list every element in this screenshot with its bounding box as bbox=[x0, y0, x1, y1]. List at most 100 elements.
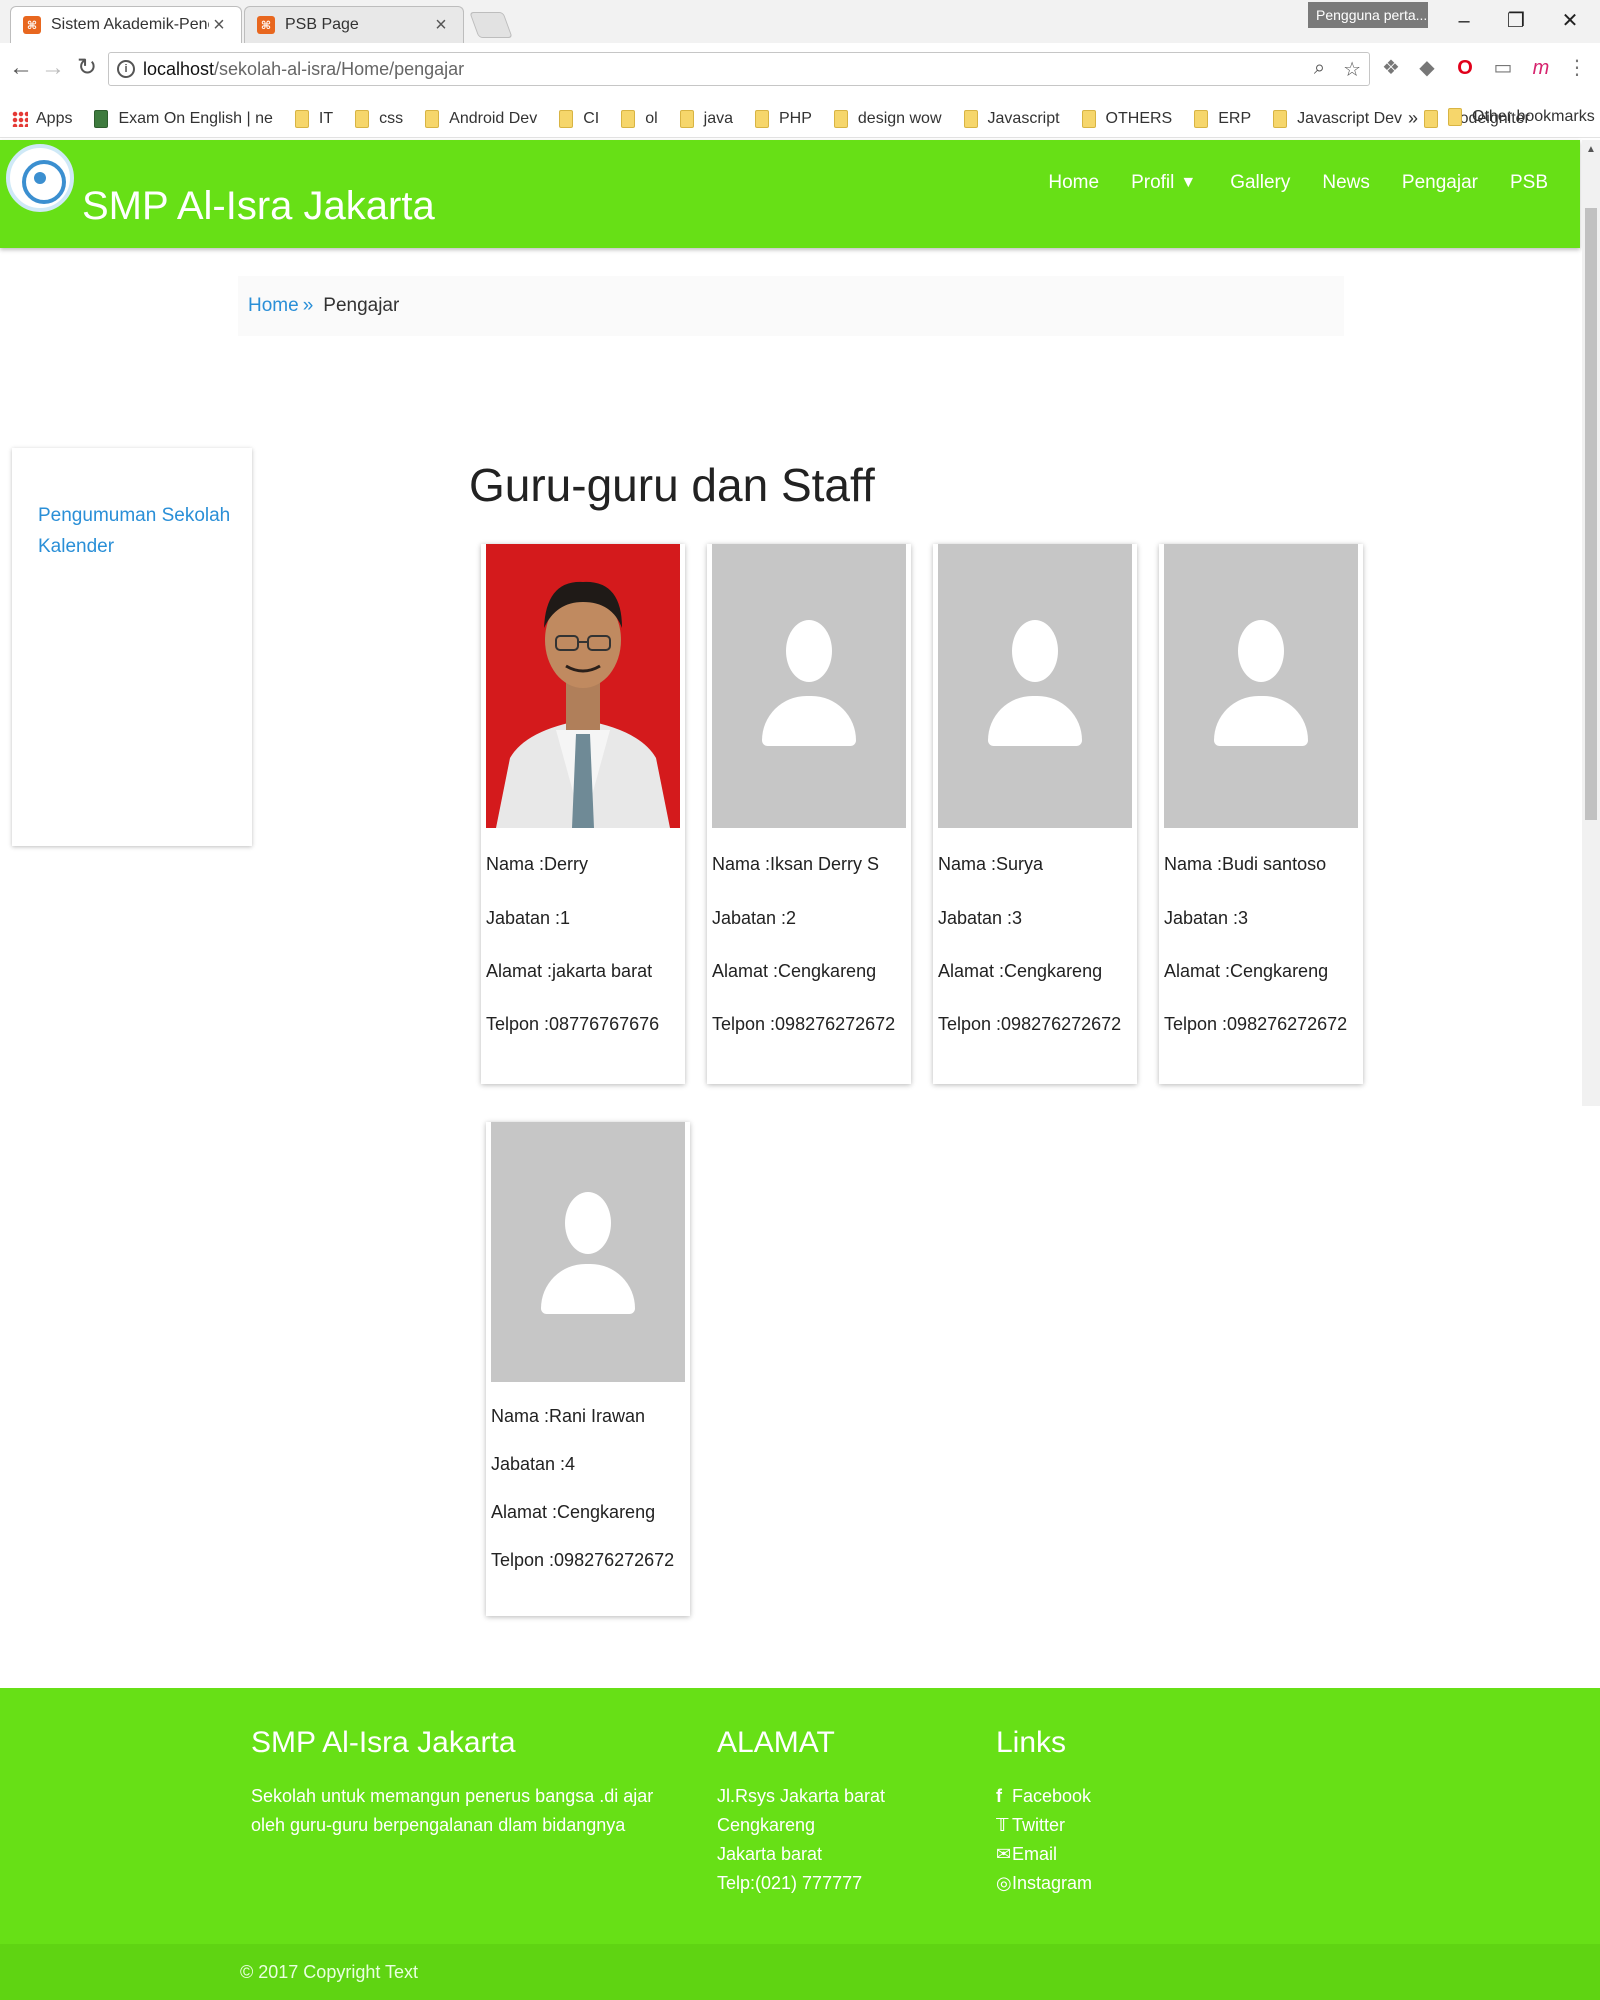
scrollbar-thumb[interactable] bbox=[1585, 208, 1597, 820]
bookmark-folder[interactable]: design wow bbox=[833, 109, 942, 128]
folder-icon bbox=[833, 109, 848, 128]
footer-link-email[interactable]: ✉Email bbox=[996, 1840, 1092, 1869]
teacher-telpon: Telpon :098276272672 bbox=[491, 1550, 675, 1570]
footer-links-title: Links bbox=[996, 1726, 1067, 1759]
site-favicon-icon bbox=[94, 109, 109, 128]
teacher-jabatan: Jabatan :2 bbox=[712, 908, 797, 928]
footer-link-facebook[interactable]: f Facebook bbox=[996, 1782, 1092, 1811]
close-tab-icon[interactable]: × bbox=[431, 14, 451, 37]
portrait-photo-icon bbox=[486, 544, 680, 828]
dropbox-extension-icon[interactable]: ❖ bbox=[1378, 55, 1404, 81]
bookmark-folder[interactable]: OTHERS bbox=[1081, 109, 1172, 128]
nav-pengajar[interactable]: Pengajar bbox=[1386, 172, 1494, 194]
site-footer: SMP Al-Isra Jakarta Sekolah untuk memang… bbox=[0, 1688, 1600, 1944]
teacher-card: Nama :Surya Jabatan :3 Alamat :Cengkaren… bbox=[933, 544, 1137, 1084]
facebook-icon: f bbox=[996, 1786, 1002, 1806]
teacher-card: Nama :Rani Irawan Jabatan :4 Alamat :Cen… bbox=[486, 1122, 690, 1616]
site-info-icon[interactable]: i bbox=[117, 60, 135, 78]
chevron-down-icon[interactable]: ▼ bbox=[1174, 174, 1214, 192]
folder-icon bbox=[621, 109, 636, 128]
bookmark-apps[interactable]: Apps bbox=[12, 110, 72, 128]
nav-profil[interactable]: Profil bbox=[1115, 172, 1174, 194]
copyright-text: © 2017 Copyright Text bbox=[240, 1962, 419, 1982]
opera-extension-icon[interactable]: O bbox=[1452, 55, 1478, 81]
reload-icon[interactable]: ↻ bbox=[72, 53, 102, 83]
site-title[interactable]: SMP Al-Isra Jakarta bbox=[82, 184, 435, 229]
bookmark-folder[interactable]: IT bbox=[294, 109, 333, 128]
page-title: Guru-guru dan Staff bbox=[469, 459, 875, 511]
bookmark-folder[interactable]: css bbox=[355, 109, 403, 128]
profile-button[interactable]: Pengguna perta... bbox=[1308, 2, 1428, 28]
cast-extension-icon[interactable]: ▭ bbox=[1490, 55, 1516, 81]
folder-icon bbox=[355, 109, 370, 128]
close-tab-icon[interactable]: × bbox=[209, 14, 229, 37]
breadcrumb-home-link[interactable]: Home bbox=[248, 295, 299, 317]
tab-sistem-akademik[interactable]: ⌘ Sistem Akademik-Penerim × bbox=[10, 6, 242, 43]
teacher-nama: Nama :Rani Irawan bbox=[491, 1406, 646, 1426]
twitter-icon: 𝕋 bbox=[996, 1815, 1009, 1835]
m-extension-icon[interactable]: m bbox=[1528, 55, 1554, 81]
shield-extension-icon[interactable]: ◆ bbox=[1414, 55, 1440, 81]
teacher-jabatan: Jabatan :3 bbox=[1164, 908, 1249, 928]
bookmark-folder[interactable]: ol bbox=[621, 109, 658, 128]
instagram-icon: ◎ bbox=[996, 1873, 1012, 1893]
footer-address: Jl.Rsys Jakarta barat Cengkareng Jakarta… bbox=[717, 1782, 957, 1898]
bookmark-exam-on-english[interactable]: Exam On English | ne bbox=[94, 109, 273, 128]
placeholder-avatar-icon bbox=[491, 1122, 685, 1382]
footer-link-twitter[interactable]: 𝕋 Twitter bbox=[996, 1811, 1092, 1840]
footer-links: f Facebook 𝕋 Twitter ✉Email ◎Instagram bbox=[996, 1782, 1092, 1898]
footer-about-title: SMP Al-Isra Jakarta bbox=[251, 1726, 516, 1759]
browser-tab-bar: ⌘ Sistem Akademik-Penerim × ⌘ PSB Page ×… bbox=[0, 0, 1600, 43]
bookmarks-bar: Apps Exam On English | ne IT css Android… bbox=[0, 100, 1600, 138]
bookmark-folder[interactable]: Javascript bbox=[963, 109, 1060, 128]
minimize-icon[interactable]: – bbox=[1442, 6, 1486, 36]
other-bookmarks[interactable]: Other bookmarks bbox=[1448, 108, 1595, 126]
xampp-favicon-icon: ⌘ bbox=[257, 16, 275, 34]
bookmark-folder[interactable]: Javascript Dev bbox=[1273, 109, 1402, 128]
tab-title: Sistem Akademik-Penerim bbox=[51, 16, 209, 33]
footer-link-instagram[interactable]: ◎Instagram bbox=[996, 1869, 1092, 1898]
folder-icon bbox=[559, 109, 574, 128]
main-nav: Home Profil ▼ Gallery News Pengajar PSB bbox=[1032, 172, 1564, 194]
address-line: Jl.Rsys Jakarta barat bbox=[717, 1786, 886, 1806]
restore-icon[interactable]: ❐ bbox=[1494, 6, 1538, 36]
sidebar-item-kalender[interactable]: Kalender bbox=[38, 531, 252, 562]
breadcrumb: Home » Pengajar bbox=[238, 276, 1344, 336]
nav-home[interactable]: Home bbox=[1032, 172, 1115, 194]
teacher-alamat: Alamat :Cengkareng bbox=[712, 961, 877, 981]
nav-gallery[interactable]: Gallery bbox=[1214, 172, 1306, 194]
folder-icon bbox=[963, 109, 978, 128]
scroll-up-arrow-icon[interactable]: ▲ bbox=[1582, 144, 1600, 155]
teacher-card: Nama :Derry Jabatan :1 Alamat :jakarta b… bbox=[481, 544, 685, 1084]
address-line: Jakarta barat bbox=[717, 1844, 823, 1864]
xampp-favicon-icon: ⌘ bbox=[23, 16, 41, 34]
zoom-icon[interactable]: ⌕ bbox=[1314, 57, 1325, 82]
sidebar-item-pengumuman[interactable]: Pengumuman Sekolah bbox=[38, 500, 252, 531]
bookmark-folder[interactable]: java bbox=[679, 109, 733, 128]
bookmark-folder[interactable]: Android Dev bbox=[425, 109, 537, 128]
back-arrow-icon[interactable]: ← bbox=[6, 53, 36, 83]
bookmark-folder[interactable]: ERP bbox=[1194, 109, 1251, 128]
teacher-telpon: Telpon :098276272672 bbox=[712, 1014, 896, 1034]
bookmark-folder[interactable]: PHP bbox=[755, 109, 812, 128]
more-bookmarks-chevron-icon[interactable]: » bbox=[1408, 108, 1418, 129]
teacher-telpon: Telpon :098276272672 bbox=[1164, 1014, 1348, 1034]
new-tab-button[interactable] bbox=[469, 12, 513, 38]
tab-title: PSB Page bbox=[285, 16, 359, 33]
bookmark-folder[interactable]: CI bbox=[559, 109, 599, 128]
teacher-nama: Nama :Budi santoso bbox=[1164, 854, 1327, 874]
nav-news[interactable]: News bbox=[1306, 172, 1386, 194]
url-path: /sekolah-al-isra/Home/pengajar bbox=[214, 58, 465, 79]
forward-arrow-icon[interactable]: → bbox=[38, 53, 68, 83]
bookmark-star-icon[interactable]: ☆ bbox=[1343, 57, 1361, 82]
nav-psb[interactable]: PSB bbox=[1494, 172, 1564, 194]
close-window-icon[interactable]: ✕ bbox=[1548, 6, 1592, 36]
page-scrollbar[interactable]: ▲ bbox=[1582, 140, 1600, 1106]
teacher-nama: Nama :Iksan Derry S bbox=[712, 854, 880, 874]
folder-icon bbox=[755, 109, 769, 128]
address-bar[interactable]: i localhost/sekolah-al-isra/Home/pengaja… bbox=[108, 52, 1370, 86]
folder-icon bbox=[1194, 109, 1209, 128]
tab-psb-page[interactable]: ⌘ PSB Page × bbox=[244, 6, 464, 43]
menu-kebab-icon[interactable]: ⋮ bbox=[1564, 55, 1590, 81]
school-logo-icon[interactable] bbox=[6, 144, 74, 212]
